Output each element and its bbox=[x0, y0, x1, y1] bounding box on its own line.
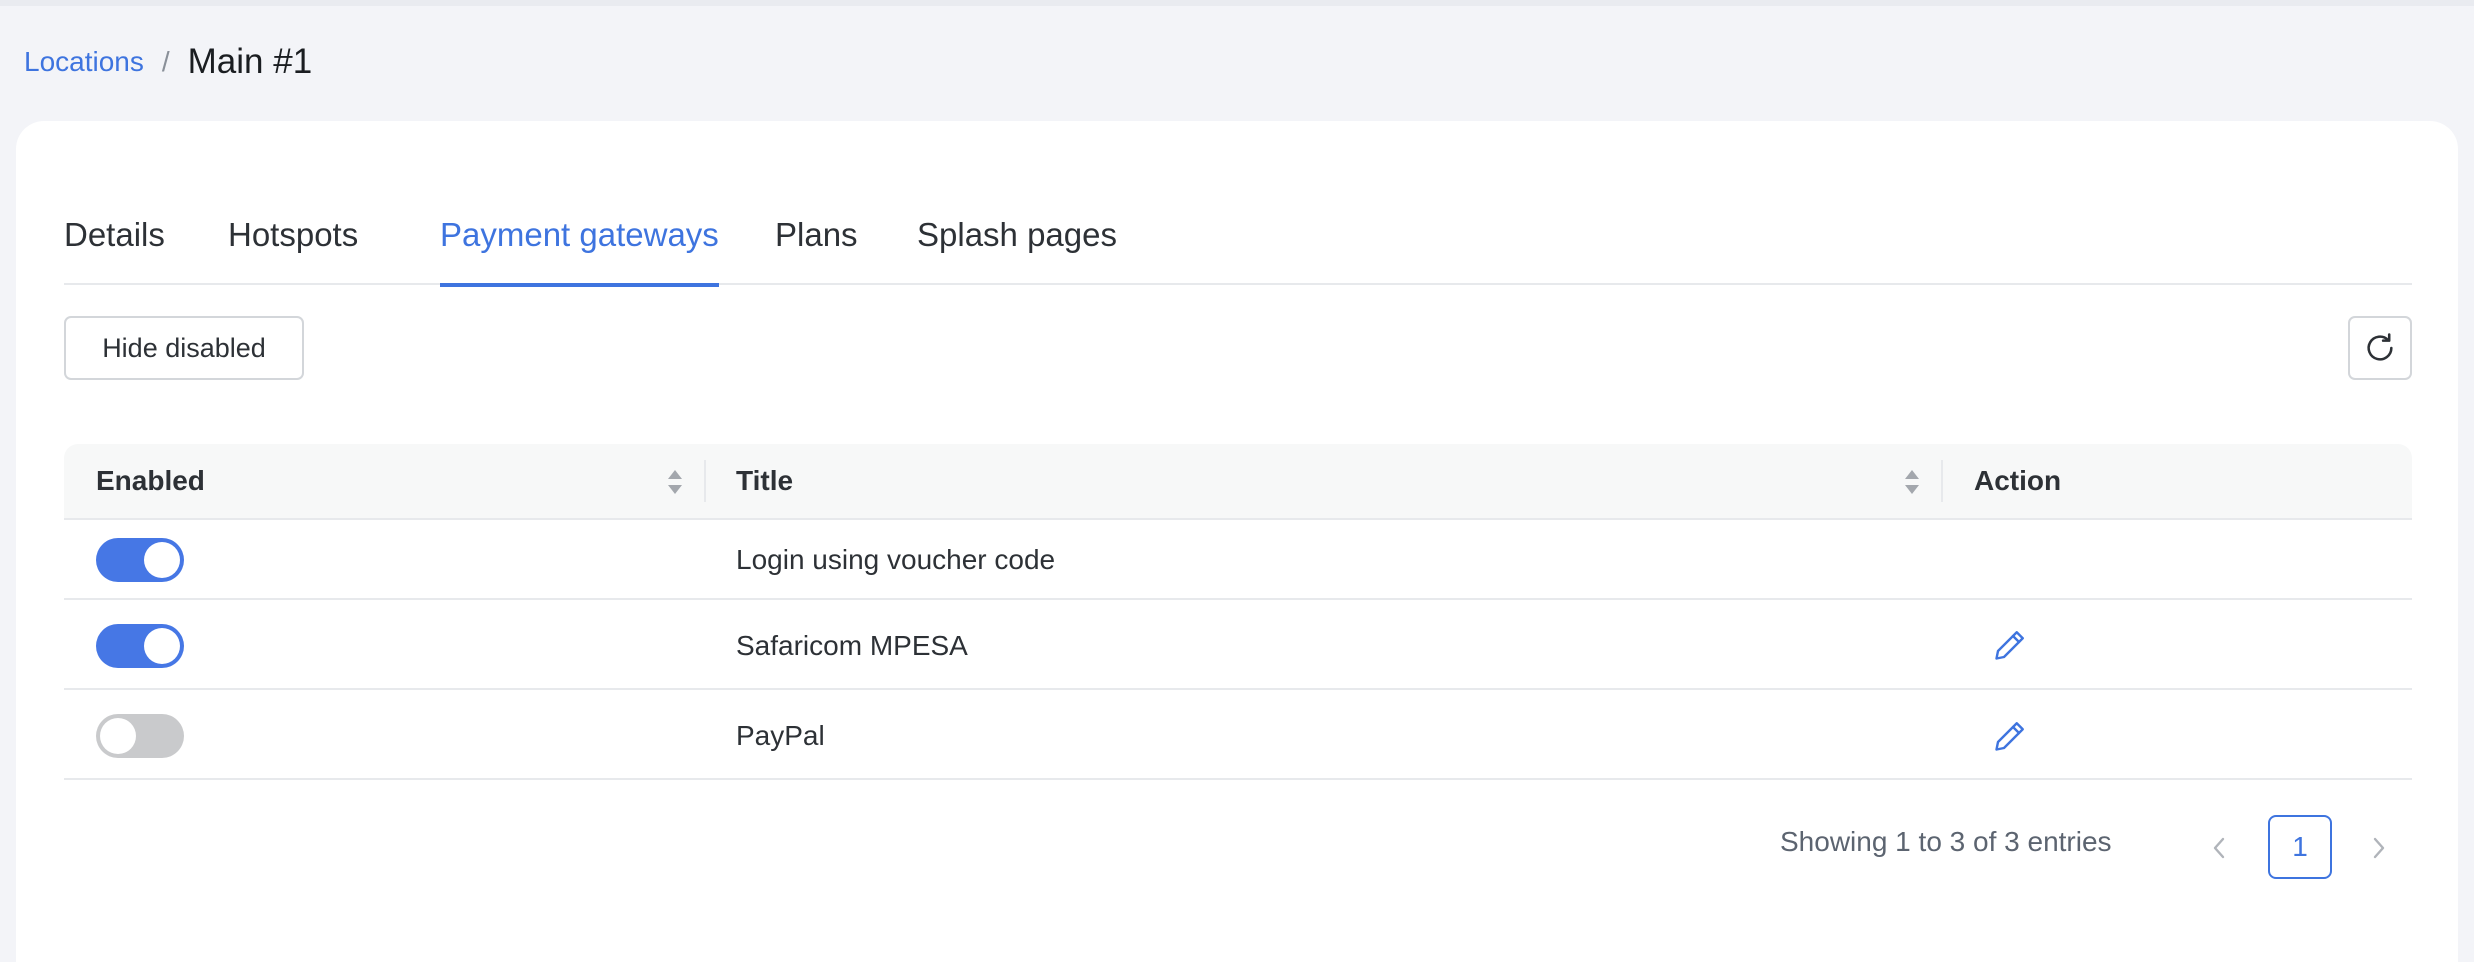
breadcrumb-locations-link[interactable]: Locations bbox=[24, 46, 144, 78]
breadcrumb-separator: / bbox=[161, 46, 170, 77]
hide-disabled-button[interactable]: Hide disabled bbox=[64, 316, 304, 380]
next-page-button[interactable] bbox=[2364, 828, 2394, 868]
page-number-button[interactable]: 1 bbox=[2268, 815, 2332, 879]
enabled-toggle[interactable] bbox=[96, 624, 184, 668]
chevron-right-icon bbox=[2373, 837, 2385, 859]
pagination-summary: Showing 1 to 3 of 3 entries bbox=[1780, 826, 2112, 857]
table-row: Login using voucher code bbox=[64, 520, 2412, 600]
tab-bar: Details Hotspots Payment gateways Plans … bbox=[64, 201, 2412, 287]
pencil-icon[interactable] bbox=[1992, 627, 2028, 663]
table-row: Safaricom MPESA bbox=[64, 600, 2412, 690]
breadcrumb: Locations / Main #1 bbox=[24, 38, 312, 86]
page-title: Main #1 bbox=[187, 42, 313, 81]
table-header: Enabled Title Action bbox=[64, 444, 2412, 520]
gateway-title: Login using voucher code bbox=[736, 544, 1056, 575]
previous-page-button[interactable] bbox=[2204, 828, 2234, 868]
table-row: PayPal bbox=[64, 690, 2412, 780]
pencil-icon[interactable] bbox=[1992, 718, 2028, 754]
enabled-toggle[interactable] bbox=[96, 714, 184, 758]
sort-icon[interactable] bbox=[1903, 468, 1921, 496]
toggle-knob bbox=[144, 628, 180, 664]
tab-details[interactable]: Details bbox=[64, 201, 165, 285]
tab-hotspots[interactable]: Hotspots bbox=[228, 201, 358, 285]
column-divider bbox=[1941, 460, 1943, 502]
refresh-icon bbox=[2367, 333, 2393, 361]
refresh-button[interactable] bbox=[2348, 316, 2412, 380]
toggle-knob bbox=[144, 542, 180, 578]
column-header-title[interactable]: Title bbox=[736, 444, 793, 518]
sort-icon[interactable] bbox=[666, 468, 684, 496]
enabled-toggle[interactable] bbox=[96, 538, 184, 582]
gateway-title: PayPal bbox=[736, 720, 825, 751]
tab-splash-pages[interactable]: Splash pages bbox=[917, 201, 1117, 285]
column-header-enabled[interactable]: Enabled bbox=[96, 444, 205, 518]
chevron-left-icon bbox=[2213, 837, 2225, 859]
gateway-title: Safaricom MPESA bbox=[736, 630, 968, 661]
top-strip bbox=[0, 0, 2474, 6]
toggle-knob bbox=[100, 718, 136, 754]
column-header-action: Action bbox=[1974, 465, 2062, 496]
column-divider bbox=[704, 460, 706, 502]
tab-payment-gateways[interactable]: Payment gateways bbox=[440, 201, 719, 287]
payment-gateways-table: Enabled Title Action Login using voucher… bbox=[64, 444, 2412, 780]
tab-plans[interactable]: Plans bbox=[775, 201, 858, 285]
